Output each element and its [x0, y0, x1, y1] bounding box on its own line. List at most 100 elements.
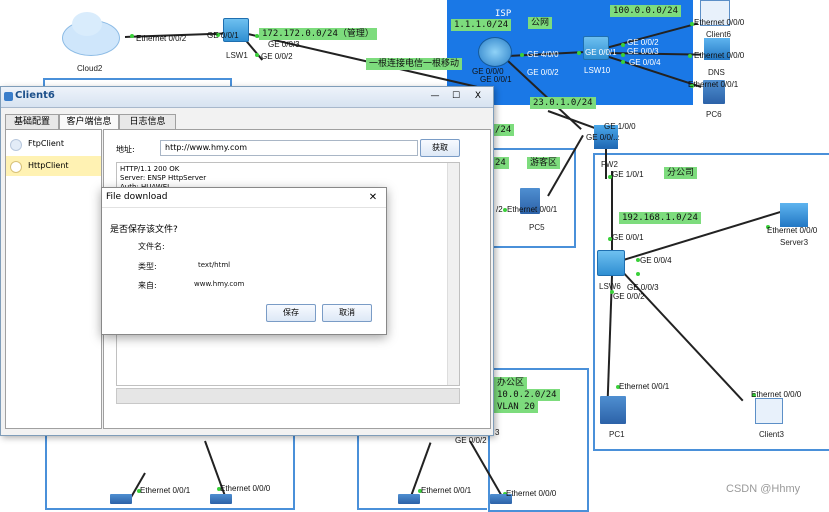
port-label: GE 0/0/4 [640, 256, 672, 265]
dialog-close-button[interactable]: ✕ [364, 190, 382, 206]
window-titlebar[interactable]: Client6 — ☐ X [1, 87, 493, 108]
link-dot [688, 54, 692, 58]
port-label: GE 0/0/3 [268, 40, 300, 49]
port-label: 3 [495, 428, 500, 437]
sidebar-item-httpclient[interactable]: HttpClient [6, 156, 101, 176]
port-label: Ethernet 0/0/2 [136, 34, 187, 43]
port-label: Ethernet 0/0/1 [507, 205, 558, 214]
sidebar-item-label: FtpClient [28, 139, 64, 148]
device-label: DNS [708, 68, 725, 77]
device-label: PC5 [529, 223, 545, 232]
dialog-divider [102, 207, 386, 208]
field-value: text/html [198, 261, 231, 269]
device-label: LSW10 [584, 66, 611, 75]
port-label: Ethernet 0/0/0 [767, 226, 818, 235]
save-button[interactable]: 保存 [266, 304, 316, 322]
field-label: 类型: [138, 262, 157, 271]
port-label: Ethernet 0/0/1 [688, 80, 739, 89]
router-icon[interactable] [478, 37, 512, 67]
horizontal-scrollbar[interactable] [116, 388, 460, 404]
sidebar-item-label: HttpClient [28, 161, 69, 170]
client-type-list: FtpClient HttpClient [5, 129, 102, 429]
field-label: 文件名: [138, 242, 165, 251]
zone-label: 分公司 [664, 167, 698, 179]
port-label: Ethernet 0/0/1 [421, 486, 472, 495]
port-label: GE 0/0/... [586, 133, 620, 142]
watermark: CSDN @Hhmy [726, 483, 801, 495]
minimize-button[interactable]: — [426, 89, 444, 104]
link-dot [130, 34, 134, 38]
segment-label: /24 [492, 124, 515, 136]
response-scrollbar[interactable] [447, 163, 459, 385]
file-download-dialog: File download ✕ 是否保存该文件? 文件名: 类型: text/h… [101, 187, 387, 335]
segment-label: 10.0.2.0/24 [494, 389, 560, 401]
pc-icon[interactable] [600, 396, 626, 424]
port-label: Ethernet 0/0/0 [694, 18, 745, 27]
port-label: GE 0/0/1 [480, 75, 512, 84]
port-label: GE 0/0/1 [207, 31, 239, 40]
pc-icon[interactable] [398, 494, 420, 504]
segment-label: 24 [492, 157, 509, 169]
link-dot [577, 51, 581, 55]
response-line: Server: ENSP HttpServer [120, 174, 207, 182]
server-icon[interactable] [780, 203, 808, 227]
port-label: Ethernet 0/0/0 [751, 390, 802, 399]
tab-log-info[interactable]: 日志信息 [119, 114, 176, 130]
device-label: Client3 [759, 430, 784, 439]
port-label: GE 4/0/0 [527, 50, 559, 59]
port-label: Ethernet 0/0/1 [619, 382, 670, 391]
circle-icon [10, 139, 22, 151]
response-line: HTTP/1.1 200 OK [120, 165, 180, 173]
link-dot [636, 272, 640, 276]
dialog-question: 是否保存该文件? [110, 225, 178, 235]
circle-icon [10, 161, 22, 173]
pc-icon[interactable] [110, 494, 132, 504]
device-label: FW2 [601, 160, 618, 169]
zone-box [593, 153, 829, 451]
device-label: PC1 [609, 430, 625, 439]
port-label: Ethernet 0/0/0 [220, 484, 271, 493]
port-label: GE 1/0/0 [604, 122, 636, 131]
address-label: 地址: [116, 145, 135, 154]
device-label: Server3 [780, 238, 809, 247]
device-label: Cloud2 [77, 64, 103, 73]
port-label: Ethernet 0/0/0 [506, 489, 557, 498]
fetch-button[interactable]: 获取 [420, 139, 460, 157]
tab-basic-config[interactable]: 基础配置 [5, 114, 59, 130]
segment-label: VLAN 20 [494, 401, 538, 413]
device-label: LSW1 [226, 51, 248, 60]
close-button[interactable]: X [468, 89, 488, 104]
window-title: Client6 [15, 90, 55, 101]
link-dot [255, 53, 259, 57]
app-icon [4, 92, 13, 101]
port-label: GE 0/0/2 [527, 68, 559, 77]
segment-label: 23.0.1.0/24 [530, 97, 596, 109]
port-label: GE 0/0/1 [612, 233, 644, 242]
cancel-button[interactable]: 取消 [322, 304, 372, 322]
zone-box [45, 433, 295, 510]
zone-label: 办公区 [494, 377, 528, 389]
link-dot [520, 53, 524, 57]
port-label: GE 0/0/2 [261, 52, 293, 61]
port-label: /2 [496, 205, 503, 214]
switch-icon[interactable] [597, 250, 625, 276]
port-label: GE 0/0/1 [585, 48, 617, 57]
pc-icon[interactable] [210, 494, 232, 504]
dialog-title: File download [106, 192, 168, 202]
port-label: GE 0/0/4 [629, 58, 661, 67]
port-label: GE 0/0/2 [627, 38, 659, 47]
client-icon[interactable] [755, 398, 783, 424]
port-label: GE 0/0/3 [627, 283, 659, 292]
field-value: www.hmy.com [194, 280, 245, 288]
maximize-button[interactable]: ☐ [447, 89, 465, 104]
segment-label: 1.1.1.0/24 [451, 19, 512, 31]
sidebar-item-ftpclient[interactable]: FtpClient [6, 134, 101, 154]
port-label: GE 0/0/2 [613, 292, 645, 301]
zone-label: 公网 [528, 17, 553, 29]
segment-label: 一根连接电信一根移动 [366, 58, 463, 70]
isp-title: ISP [495, 9, 512, 19]
tab-client-info[interactable]: 客户端信息 [59, 114, 119, 130]
address-input[interactable]: http://www.hmy.com [160, 140, 418, 156]
link-dot [621, 60, 625, 64]
cloud-icon [72, 12, 102, 36]
